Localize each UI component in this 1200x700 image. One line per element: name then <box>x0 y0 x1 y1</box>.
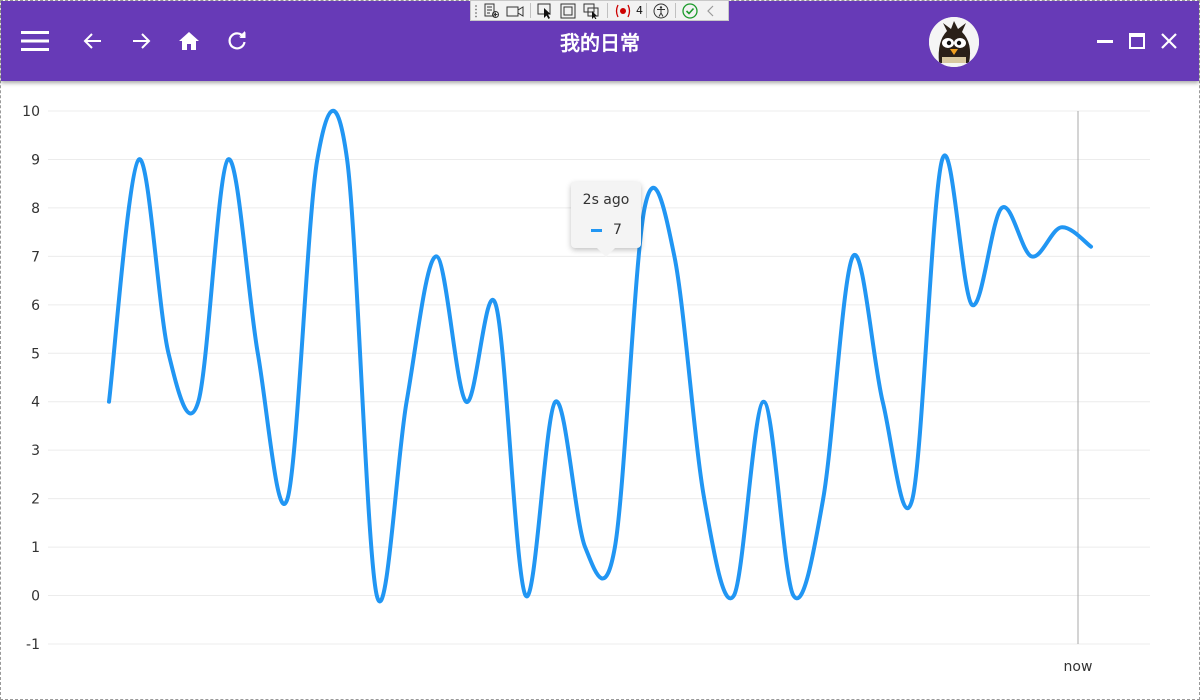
tooltip: 2s ago 7 <box>571 182 641 257</box>
tooltip-value: 7 <box>613 222 622 238</box>
refresh-icon[interactable] <box>219 23 255 59</box>
y-tick-label: 9 <box>31 152 40 168</box>
track-focus-icon[interactable] <box>580 0 604 21</box>
close-icon[interactable] <box>1151 23 1187 59</box>
select-element-icon[interactable] <box>534 0 556 21</box>
y-tick-label: 5 <box>31 346 40 362</box>
y-tick-label: -1 <box>26 637 40 653</box>
y-tick-label: 3 <box>31 443 40 459</box>
x-tick-label: now <box>1064 659 1093 675</box>
forward-icon[interactable] <box>123 23 159 59</box>
line-chart: 109876543210-1 now <box>22 104 1150 675</box>
y-tick-label: 2 <box>31 492 40 508</box>
accessibility-icon[interactable] <box>650 0 672 21</box>
display-layout-adorners-icon[interactable] <box>556 0 580 21</box>
y-tick-label: 6 <box>31 298 40 314</box>
record-icon[interactable] <box>503 0 527 21</box>
tooltip-series-swatch <box>591 229 602 232</box>
collapse-icon[interactable] <box>701 0 721 21</box>
minimize-icon[interactable] <box>1087 23 1123 59</box>
back-icon[interactable] <box>75 23 111 59</box>
y-tick-label: 8 <box>31 201 40 217</box>
check-icon[interactable] <box>679 0 701 21</box>
live-visual-tree-icon[interactable] <box>481 0 503 21</box>
y-tick-label: 7 <box>31 249 40 265</box>
binding-failures-icon[interactable] <box>611 0 635 21</box>
home-icon[interactable] <box>171 23 207 59</box>
hamburger-menu-icon[interactable] <box>17 23 53 59</box>
debug-toolbar: 4 <box>470 0 729 21</box>
y-tick-label: 4 <box>31 395 40 411</box>
y-tick-label: 0 <box>31 589 40 605</box>
y-tick-label: 1 <box>31 540 40 556</box>
drag-handle-icon[interactable] <box>471 0 481 21</box>
user-avatar[interactable] <box>929 17 979 67</box>
maximize-icon[interactable] <box>1119 23 1155 59</box>
binding-failures-count: 4 <box>636 4 643 17</box>
y-tick-label: 10 <box>22 104 40 120</box>
y-axis: 109876543210-1 <box>22 104 40 653</box>
tooltip-label: 2s ago <box>582 192 630 208</box>
